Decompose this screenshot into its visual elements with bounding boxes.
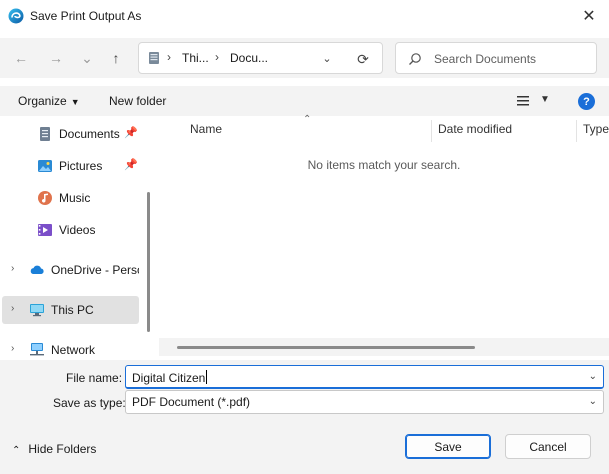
search-box[interactable] (395, 42, 597, 74)
organize-button[interactable]: Organize ▼ (18, 94, 80, 108)
network-icon (30, 343, 44, 356)
refresh-icon[interactable]: ⟳ (353, 49, 373, 69)
new-folder-button[interactable]: New folder (109, 94, 166, 108)
empty-message: No items match your search. (307, 158, 461, 172)
chevron-right-icon[interactable]: › (11, 263, 14, 274)
chevron-right-icon: › (167, 50, 171, 64)
column-header-name[interactable]: Name (190, 122, 222, 136)
navigation-bar: ← → ⌄ ↑ › Thi... › Docu... ⌄ ⟳ (0, 38, 609, 78)
back-arrow-icon: ← (14, 50, 28, 66)
save-button[interactable]: Save (405, 434, 491, 459)
chevron-up-icon: ⌃ (12, 445, 21, 456)
cancel-button[interactable]: Cancel (505, 434, 591, 459)
file-name-value[interactable]: Digital Citizen (132, 370, 208, 385)
pictures-icon (38, 160, 52, 172)
navigation-pane: Documents 📌 Pictures 📌 Music Videos › On… (0, 116, 156, 360)
search-icon (409, 53, 421, 65)
view-options-icon[interactable] (515, 94, 531, 108)
chevron-right-icon: › (215, 50, 219, 64)
up-button[interactable]: ↑ (107, 50, 125, 66)
recent-locations-button[interactable]: ⌄ (78, 50, 96, 66)
sidebar-item-this-pc[interactable]: › This PC (2, 296, 139, 324)
sidebar-item-documents[interactable]: Documents 📌 (2, 120, 139, 148)
help-button[interactable]: ? (578, 93, 595, 110)
search-input[interactable] (434, 49, 589, 69)
file-name-field[interactable]: Digital Citizen ⌄ (125, 365, 604, 389)
music-icon (38, 191, 52, 205)
forward-arrow-icon: → (49, 50, 63, 66)
column-header-type[interactable]: Type (583, 122, 609, 136)
chevron-down-icon[interactable]: ⌄ (589, 396, 597, 407)
pc-icon (30, 304, 44, 317)
save-form: File name: Digital Citizen ⌄ Save as typ… (0, 360, 609, 474)
column-divider[interactable] (576, 120, 577, 142)
forward-button[interactable]: → (47, 50, 65, 66)
pin-icon: 📌 (124, 159, 138, 171)
save-as-type-select[interactable]: PDF Document (*.pdf) ⌄ (125, 390, 604, 414)
scrollbar-thumb[interactable] (177, 346, 475, 349)
sidebar-item-label: Documents (59, 127, 120, 141)
file-list: ⌃ Name Date modified Type No items match… (159, 114, 609, 356)
address-bar[interactable]: › Thi... › Docu... ⌄ ⟳ (138, 42, 383, 74)
sort-ascending-icon: ⌃ (303, 114, 312, 125)
view-caret-down-icon[interactable]: ▼ (540, 94, 550, 105)
organize-label: Organize (18, 94, 67, 108)
pin-icon: 📌 (124, 127, 138, 139)
documents-icon (40, 127, 50, 141)
breadcrumb-this-pc[interactable]: Thi... (182, 51, 209, 65)
back-button[interactable]: ← (12, 50, 30, 66)
chevron-right-icon[interactable]: › (11, 343, 14, 354)
sidebar-item-videos[interactable]: Videos (2, 216, 139, 244)
chevron-down-icon[interactable]: ⌄ (589, 371, 597, 382)
chevron-right-icon[interactable]: › (11, 303, 14, 314)
command-bar: Organize ▼ New folder ▼ (0, 86, 609, 116)
sidebar-item-pictures[interactable]: Pictures 📌 (2, 152, 139, 180)
chevron-down-icon: ⌄ (81, 49, 93, 66)
file-name-label: File name: (66, 371, 123, 385)
column-divider[interactable] (431, 120, 432, 142)
sidebar-item-onedrive[interactable]: › OneDrive - Perso (2, 256, 139, 284)
window-title: Save Print Output As (30, 9, 142, 23)
save-as-type-value: PDF Document (*.pdf) (132, 395, 251, 409)
sidebar-item-music[interactable]: Music (2, 184, 139, 212)
sidebar-item-label: OneDrive - Perso (51, 263, 139, 277)
close-icon: ✕ (582, 8, 596, 25)
horizontal-scrollbar[interactable] (159, 338, 609, 356)
title-bar: Save Print Output As ✕ (0, 0, 609, 32)
address-dropdown-icon[interactable]: ⌄ (319, 50, 335, 66)
videos-icon (38, 224, 52, 236)
onedrive-icon (30, 265, 44, 274)
save-as-type-label: Save as type: (53, 396, 126, 410)
breadcrumb-documents[interactable]: Docu... (230, 51, 268, 65)
sidebar-item-label: Music (59, 191, 91, 205)
column-header-date-modified[interactable]: Date modified (438, 122, 512, 136)
pc-icon (149, 52, 159, 64)
close-button[interactable]: ✕ (578, 6, 600, 26)
hide-folders-button[interactable]: ⌃ Hide Folders (12, 442, 96, 456)
sidebar-scrollbar[interactable] (147, 192, 150, 332)
sidebar-item-label: Videos (59, 223, 96, 237)
sidebar-item-label: This PC (51, 303, 94, 317)
up-arrow-icon: ↑ (112, 50, 120, 66)
caret-down-icon: ▼ (70, 97, 80, 107)
sidebar-item-label: Pictures (59, 159, 103, 173)
sidebar-item-label: Network (51, 343, 96, 357)
hide-folders-label: Hide Folders (28, 442, 97, 456)
edge-icon (8, 8, 24, 24)
